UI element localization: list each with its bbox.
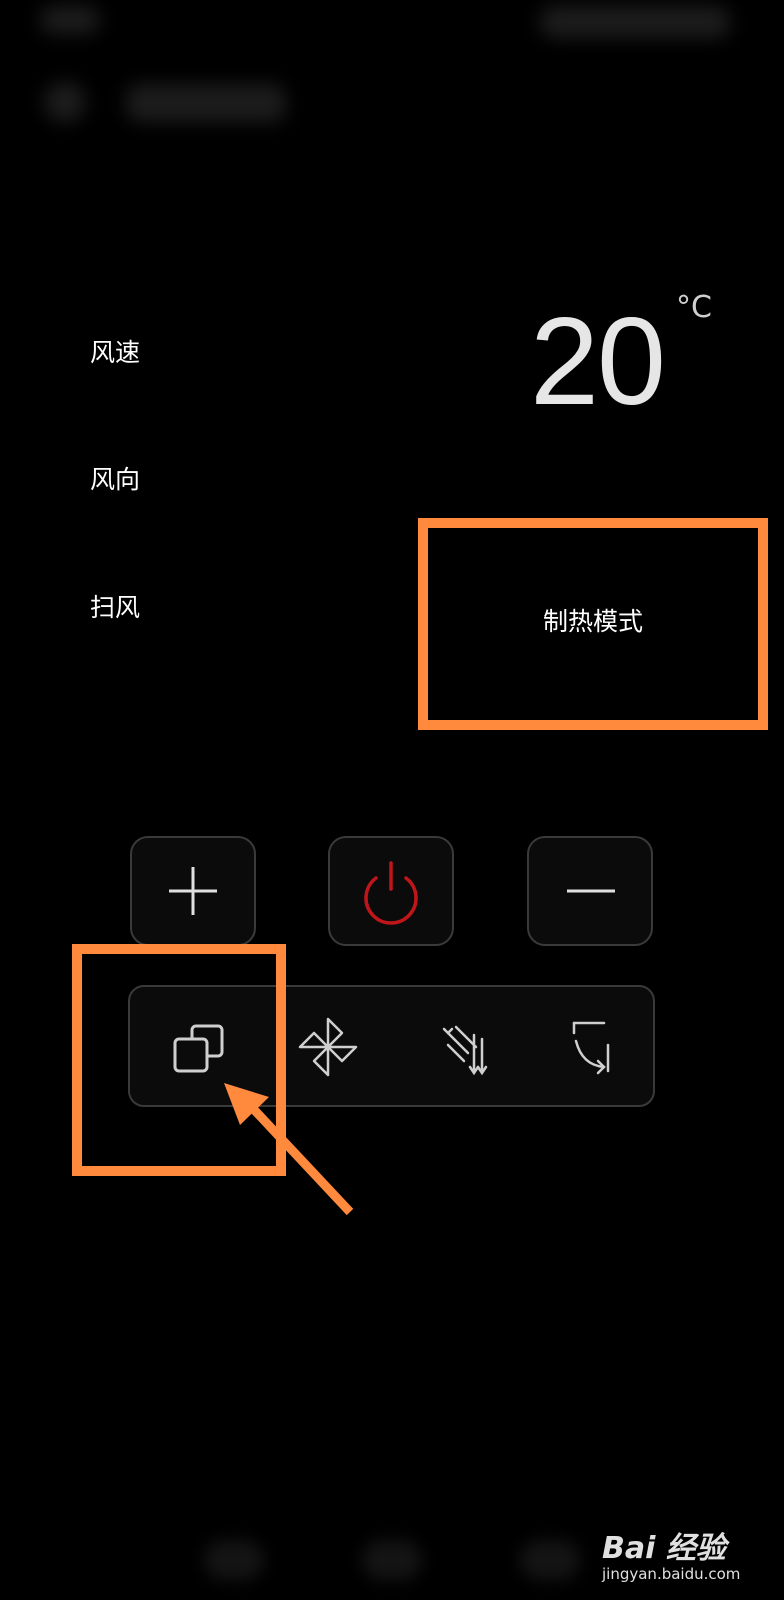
nav-home-button[interactable] xyxy=(362,1540,422,1580)
minus-button[interactable] xyxy=(527,836,653,946)
swing-label[interactable]: 扫风 xyxy=(90,588,140,624)
fan-icon xyxy=(298,1017,358,1077)
nav-back-button[interactable] xyxy=(204,1540,264,1580)
fan-direction-label[interactable]: 风向 xyxy=(90,460,140,496)
plus-button[interactable] xyxy=(130,836,256,946)
watermark-brand: Bai 经验 xyxy=(602,1531,726,1566)
watermark: Bai 经验 jingyan.baidu.com xyxy=(602,1523,740,1583)
rotate-button[interactable] xyxy=(542,987,638,1105)
power-icon xyxy=(364,861,418,925)
plus-icon xyxy=(169,867,217,915)
watermark-url: jingyan.baidu.com xyxy=(602,1565,741,1583)
back-button[interactable] xyxy=(44,82,86,122)
swing-direction-button[interactable] xyxy=(412,987,508,1105)
minus-icon xyxy=(567,889,615,893)
status-bar-right xyxy=(540,6,730,38)
mode-label[interactable]: 制热模式 xyxy=(428,602,758,638)
rotate-icon xyxy=(572,1021,610,1075)
annotation-arrow-icon xyxy=(224,1083,354,1216)
fan-speed-label[interactable]: 风速 xyxy=(90,333,140,369)
fan-button[interactable] xyxy=(280,987,376,1105)
mode-highlight-box: 制热模式 xyxy=(418,518,768,730)
temperature-value: 20 xyxy=(530,293,666,431)
temperature-unit: °C xyxy=(676,290,712,325)
status-bar-left xyxy=(40,6,100,34)
function-highlight-box xyxy=(72,944,286,1176)
nav-recent-button[interactable] xyxy=(520,1540,580,1580)
page-title xyxy=(126,84,286,122)
swing-direction-icon xyxy=(442,1025,488,1076)
power-button[interactable] xyxy=(328,836,454,946)
